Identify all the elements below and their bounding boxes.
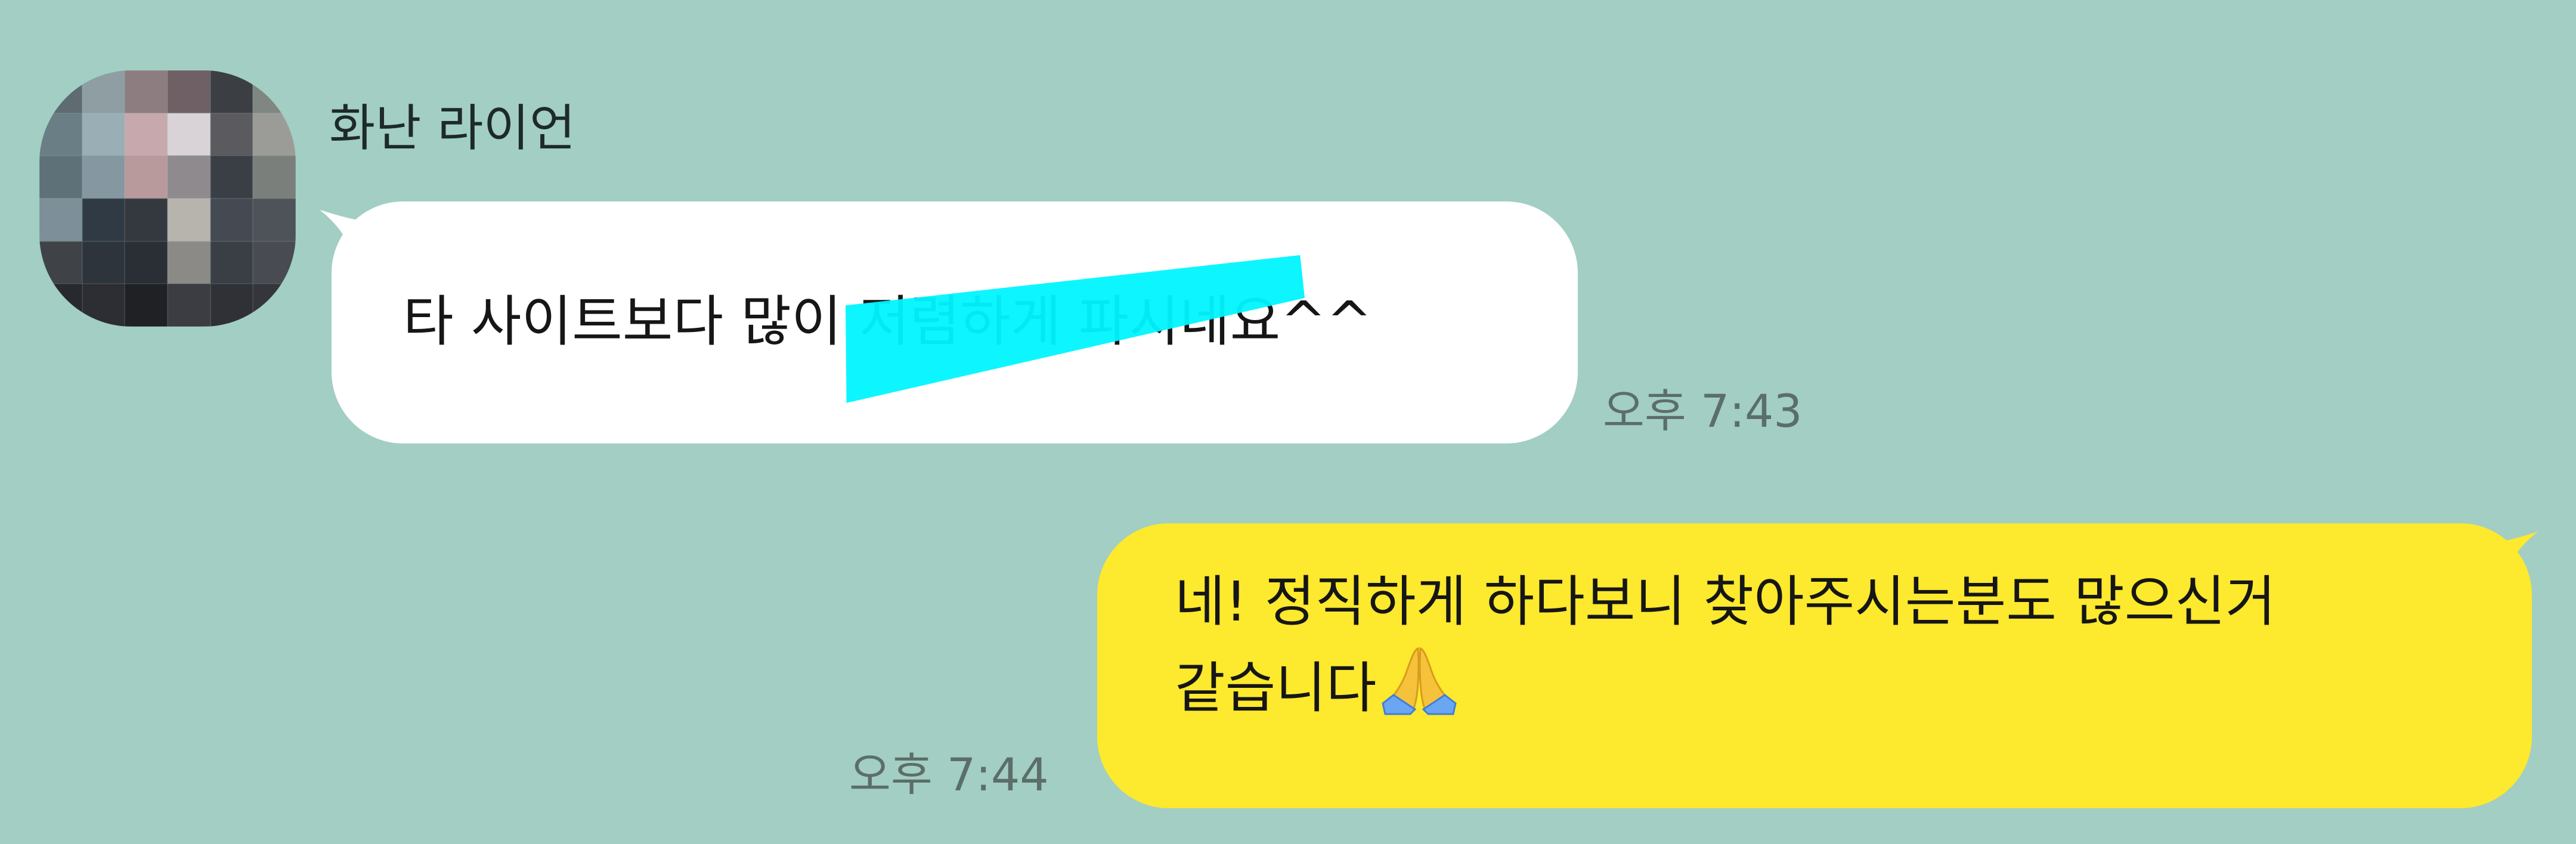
avatar-pixel	[210, 156, 253, 198]
avatar-pixel	[167, 198, 210, 241]
outgoing-message-line-text: 같습니다	[1175, 656, 1377, 720]
sender-name: 화난 라이언	[329, 99, 576, 157]
avatar-pixel	[253, 241, 296, 284]
avatar-pixel	[125, 198, 168, 241]
outgoing-message-text: 네! 정직하게 하다보니 찾아주시는분도 많으신거 같습니다	[1175, 560, 2276, 730]
incoming-message-bubble[interactable]: 타 사이트보다 많이 저렴하게 파시네요^^	[332, 201, 1578, 443]
avatar-pixel	[39, 113, 82, 156]
avatar-pixel	[167, 284, 210, 327]
avatar-pixel	[167, 241, 210, 284]
outgoing-message-time: 오후 7:44	[849, 748, 1049, 801]
avatar-pixel	[125, 241, 168, 284]
folded-hands-icon	[1381, 647, 1457, 715]
outgoing-message-line: 같습니다	[1175, 644, 2276, 730]
avatar-pixel	[39, 198, 82, 241]
incoming-message-text: 타 사이트보다 많이 저렴하게 파시네요^^	[403, 290, 1373, 353]
avatar-pixel	[125, 113, 168, 156]
avatar-pixel	[253, 284, 296, 327]
chat-room: 화난 라이언 타 사이트보다 많이 저렴하게 파시네요^^ 오후 7:43 네!…	[0, 0, 2576, 844]
avatar-pixel	[39, 70, 82, 113]
avatar-pixel	[167, 70, 210, 113]
avatar-pixel	[253, 198, 296, 241]
outgoing-message-bubble[interactable]: 네! 정직하게 하다보니 찾아주시는분도 많으신거 같습니다	[1097, 523, 2532, 808]
avatar-pixel	[125, 156, 168, 198]
avatar-pixel	[210, 241, 253, 284]
avatar-pixel	[82, 198, 125, 241]
avatar-pixel	[125, 284, 168, 327]
avatar-pixel	[82, 241, 125, 284]
incoming-message-time: 오후 7:43	[1603, 384, 1803, 437]
avatar-pixel	[82, 70, 125, 113]
avatar-pixel	[82, 284, 125, 327]
contact-avatar[interactable]	[39, 70, 296, 327]
avatar-pixel	[210, 113, 253, 156]
avatar-pixel	[253, 113, 296, 156]
avatar-pixel	[82, 113, 125, 156]
avatar-pixel	[39, 241, 82, 284]
avatar-pixel	[125, 70, 168, 113]
avatar-pixel	[210, 70, 253, 113]
avatar-pixel	[167, 156, 210, 198]
avatar-pixel	[167, 113, 210, 156]
avatar-pixel	[210, 284, 253, 327]
avatar-pixel	[39, 284, 82, 327]
outgoing-message-line: 네! 정직하게 하다보니 찾아주시는분도 많으신거	[1175, 570, 2276, 634]
avatar-pixel	[210, 198, 253, 241]
avatar-pixel	[253, 156, 296, 198]
avatar-pixel	[39, 156, 82, 198]
avatar-pixel	[253, 70, 296, 113]
avatar-pixel	[82, 156, 125, 198]
